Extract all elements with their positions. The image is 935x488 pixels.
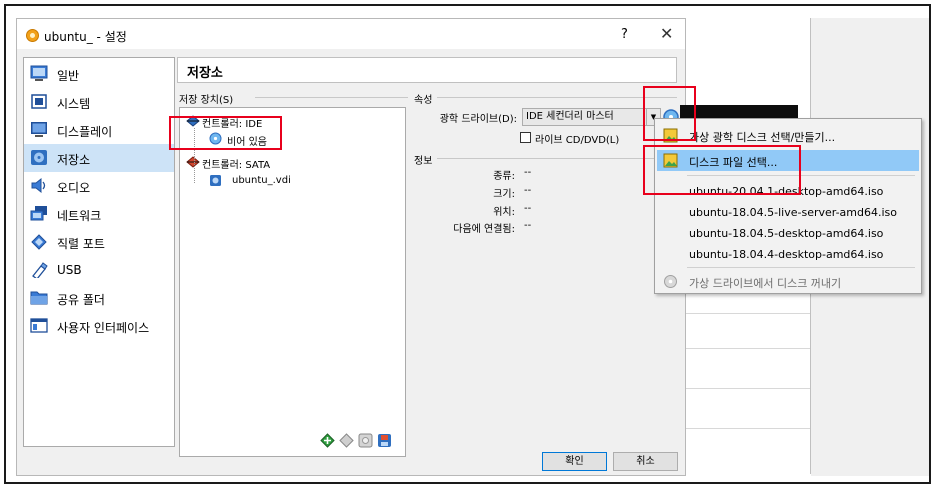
storage-devices-label: 저장 장치(S)	[179, 95, 234, 106]
general-icon	[30, 65, 48, 81]
eject-disc-icon	[664, 275, 677, 288]
group-divider	[437, 97, 677, 98]
menu-item-label: 가상 광학 디스크 선택/만들기...	[689, 131, 836, 144]
sidebar-item-audio[interactable]: 오디오	[24, 172, 174, 200]
info-attached-value: --	[524, 220, 532, 231]
info-type-label: 종류:	[493, 171, 515, 182]
ui-icon	[30, 318, 48, 333]
screenshot-frame: ubuntu_ - 설정 ? ✕ 일반 시스템 디스플레이 저장소 오디오 네트…	[4, 4, 931, 484]
menu-item-label: ubuntu-18.04.5-live-server-amd64.iso	[689, 206, 898, 219]
page-title: 저장소	[187, 66, 223, 81]
sidebar-item-network[interactable]: 네트워크	[24, 200, 174, 228]
sidebar-item-storage[interactable]: 저장소	[24, 144, 174, 172]
sidebar-item-usb[interactable]: USB	[24, 256, 174, 284]
info-location-value: --	[524, 203, 532, 214]
hard-disk-icon	[210, 175, 221, 186]
help-button[interactable]: ?	[621, 27, 628, 42]
cancel-button[interactable]: 취소	[613, 452, 678, 471]
info-attached-label: 다음에 연결됨:	[453, 224, 515, 235]
sidebar-item-label: 일반	[57, 69, 80, 83]
sidebar-item-label: 공유 폴더	[57, 293, 105, 307]
sidebar-item-label: 네트워크	[57, 209, 102, 223]
live-cd-label[interactable]: 라이브 CD/DVD(L)	[535, 131, 619, 146]
highlight-disk-button	[643, 86, 696, 141]
storage-tree[interactable]: 컨트롤러: IDE 비어 있음 컨트롤러: SATA ubuntu_.vdi	[179, 107, 406, 457]
settings-sidebar: 일반 시스템 디스플레이 저장소 오디오 네트워크 직렬 포트 USB 공유 폴…	[23, 57, 175, 447]
menu-item-recent-iso[interactable]: ubuntu-18.04.5-live-server-amd64.iso	[657, 202, 919, 223]
storage-icon	[31, 150, 47, 165]
menu-item-label: 가상 드라이브에서 디스크 꺼내기	[689, 277, 842, 290]
sidebar-item-general[interactable]: 일반	[24, 60, 174, 88]
usb-icon	[32, 262, 48, 278]
optical-drive-label: 광학 드라이브(D):	[439, 114, 517, 125]
information-label: 정보	[414, 156, 433, 167]
menu-separator	[687, 267, 915, 268]
serial-port-icon	[31, 234, 47, 250]
window-title: ubuntu_ - 설정	[44, 30, 127, 44]
info-type-value: --	[524, 167, 532, 178]
sidebar-item-serial-port[interactable]: 직렬 포트	[24, 228, 174, 256]
add-attachment-icon[interactable]	[358, 433, 373, 448]
info-size-value: --	[524, 185, 532, 196]
settings-dialog: ubuntu_ - 설정 ? ✕ 일반 시스템 디스플레이 저장소 오디오 네트…	[16, 18, 686, 476]
tree-item-vdi-disk[interactable]: ubuntu_.vdi	[232, 175, 291, 186]
ok-button[interactable]: 확인	[542, 452, 607, 471]
network-icon	[30, 206, 47, 221]
group-divider	[255, 97, 408, 98]
sidebar-item-label: 시스템	[57, 97, 91, 111]
title-bar: ubuntu_ - 설정 ? ✕	[17, 19, 685, 49]
sidebar-item-label: 디스플레이	[57, 125, 113, 139]
info-size-label: 크기:	[493, 189, 515, 200]
sidebar-item-label: 직렬 포트	[57, 237, 105, 251]
menu-item-label: ubuntu-18.04.4-desktop-amd64.iso	[689, 248, 884, 261]
remove-attachment-icon[interactable]	[377, 433, 392, 448]
monitor-icon	[31, 122, 47, 137]
sidebar-item-display[interactable]: 디스플레이	[24, 116, 174, 144]
optical-drive-select[interactable]: IDE 세컨더리 마스터	[522, 108, 647, 126]
close-button[interactable]: ✕	[660, 24, 673, 43]
highlight-empty-drive	[169, 116, 282, 150]
sidebar-item-label: 저장소	[57, 153, 91, 167]
tree-item-sata-controller[interactable]: 컨트롤러: SATA	[202, 156, 270, 171]
sidebar-item-shared-folders[interactable]: 공유 폴더	[24, 284, 174, 312]
sata-controller-icon	[186, 156, 200, 168]
sidebar-item-label: USB	[57, 263, 82, 277]
sidebar-item-user-interface[interactable]: 사용자 인터페이스	[24, 312, 174, 340]
info-location-label: 위치:	[493, 207, 515, 218]
group-divider	[437, 158, 677, 159]
folder-icon	[30, 291, 48, 305]
menu-item-recent-iso[interactable]: ubuntu-18.04.5-desktop-amd64.iso	[657, 223, 919, 244]
add-controller-icon[interactable]	[320, 433, 335, 448]
sidebar-item-label: 오디오	[57, 181, 91, 195]
speaker-icon	[31, 177, 46, 194]
attributes-label: 속성	[414, 95, 433, 106]
menu-item-label: ubuntu-18.04.5-desktop-amd64.iso	[689, 227, 884, 240]
live-cd-checkbox[interactable]	[520, 132, 531, 143]
menu-item-eject-disk[interactable]: 가상 드라이브에서 디스크 꺼내기	[657, 271, 919, 292]
remove-controller-icon[interactable]	[339, 433, 354, 448]
chip-icon	[31, 94, 47, 109]
virtualbox-icon	[26, 29, 39, 42]
page-header: 저장소	[177, 57, 677, 83]
menu-item-recent-iso[interactable]: ubuntu-18.04.4-desktop-amd64.iso	[657, 244, 919, 265]
menu-item-create-disk[interactable]: 가상 광학 디스크 선택/만들기...	[657, 125, 919, 146]
highlight-choose-file	[643, 145, 801, 195]
sidebar-item-system[interactable]: 시스템	[24, 88, 174, 116]
sidebar-item-label: 사용자 인터페이스	[57, 321, 150, 335]
